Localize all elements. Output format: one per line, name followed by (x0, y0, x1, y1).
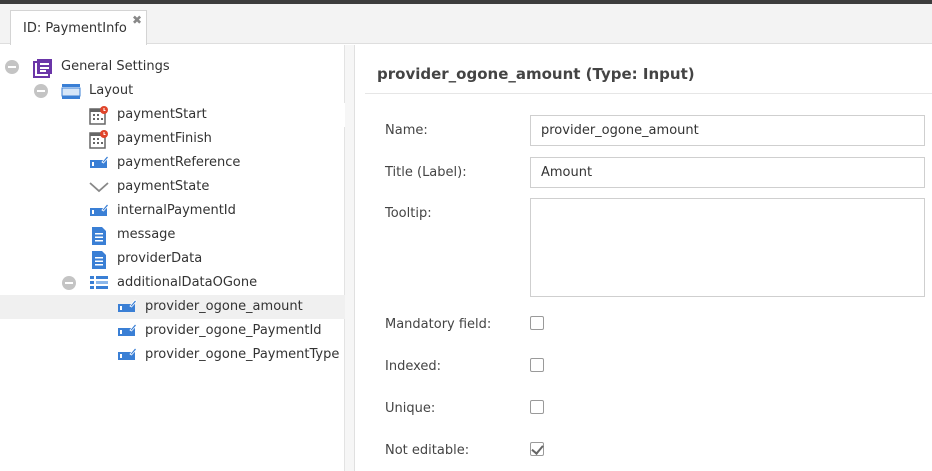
tree-item-paymentreference[interactable]: paymentReference (0, 151, 345, 175)
indexed-label: Indexed: (385, 359, 442, 374)
input-icon (117, 322, 138, 340)
tree-item-additionaldataogone[interactable]: additionalDataOGone (0, 271, 345, 295)
tree-item-label: provider_ogone_amount (145, 299, 303, 314)
field-settings-panel: provider_ogone_amount (Type: Input) Name… (356, 45, 932, 471)
tab-strip: ID: PaymentInfo ✖ (0, 4, 932, 45)
tree-item-label: Layout (89, 83, 134, 98)
tab-label: ID: PaymentInfo (23, 21, 127, 36)
title-label: Title (Label): (385, 165, 467, 180)
textarea-icon (89, 250, 109, 269)
tree-item-provider-ogone-amount[interactable]: provider_ogone_amount (0, 295, 345, 319)
tree-item-label: provider_ogone_PaymentId (145, 323, 322, 338)
layout-tree: General Settings Layout paymentStart pay… (0, 45, 345, 471)
tree-item-message[interactable]: message (0, 223, 345, 247)
tree-item-paymentstate[interactable]: paymentState (0, 175, 345, 199)
name-input[interactable]: provider_ogone_amount (530, 115, 925, 146)
tree-item-label: additionalDataOGone (117, 275, 258, 290)
collapse-toggle-icon[interactable] (62, 276, 76, 290)
tree-item-label: paymentState (117, 179, 210, 194)
tree-item-label: providerData (117, 251, 203, 266)
collapse-toggle-icon[interactable] (34, 84, 48, 98)
tree-item-provider-ogone-paymenttype[interactable]: provider_ogone_PaymentType (0, 343, 345, 367)
input-icon (117, 346, 138, 364)
tab-paymentinfo[interactable]: ID: PaymentInfo ✖ (10, 10, 147, 45)
tree-item-paymentstart[interactable]: paymentStart (0, 103, 345, 127)
tree-item-general-settings[interactable]: General Settings (0, 55, 345, 79)
tree-item-provider-ogone-paymentid[interactable]: provider_ogone_PaymentId (0, 319, 345, 343)
tree-item-label: General Settings (61, 59, 170, 74)
tree-item-layout[interactable]: Layout (0, 79, 345, 103)
input-icon (89, 202, 110, 220)
name-label: Name: (385, 123, 428, 138)
panel-title: provider_ogone_amount (Type: Input) (377, 65, 695, 83)
tree-item-label: paymentReference (117, 155, 241, 170)
title-input[interactable]: Amount (530, 157, 925, 188)
divider (365, 93, 932, 94)
tooltip-label: Tooltip: (385, 206, 432, 221)
tree-item-label: message (117, 227, 176, 242)
select-icon (89, 178, 109, 196)
tree-item-internalpaymentid[interactable]: internalPaymentId (0, 199, 345, 223)
noteditable-label: Not editable: (385, 443, 470, 458)
tree-item-label: internalPaymentId (117, 203, 236, 218)
collapse-toggle-icon[interactable] (5, 60, 19, 74)
tree-item-label: paymentFinish (117, 131, 212, 146)
tree-item-paymentfinish[interactable]: paymentFinish (0, 127, 345, 151)
textarea-icon (89, 226, 109, 245)
mandatory-label: Mandatory field: (385, 317, 492, 332)
unique-label: Unique: (385, 401, 436, 416)
panel-splitter[interactable] (345, 45, 355, 471)
tree-item-label: provider_ogone_PaymentType (145, 347, 340, 362)
date-icon (89, 106, 109, 125)
noteditable-checkbox[interactable] (530, 442, 544, 456)
tooltip-textarea[interactable] (530, 198, 925, 297)
fieldset-icon (89, 274, 109, 292)
input-icon (117, 298, 138, 316)
panel-layout-icon (61, 82, 81, 100)
date-icon (89, 130, 109, 149)
indexed-checkbox[interactable] (530, 358, 544, 372)
tree-item-label: paymentStart (117, 107, 207, 122)
general-settings-icon (33, 58, 53, 78)
unique-checkbox[interactable] (530, 400, 544, 414)
tree-item-providerdata[interactable]: providerData (0, 247, 345, 271)
mandatory-checkbox[interactable] (530, 316, 544, 330)
input-icon (89, 154, 110, 172)
close-icon[interactable]: ✖ (132, 13, 142, 27)
